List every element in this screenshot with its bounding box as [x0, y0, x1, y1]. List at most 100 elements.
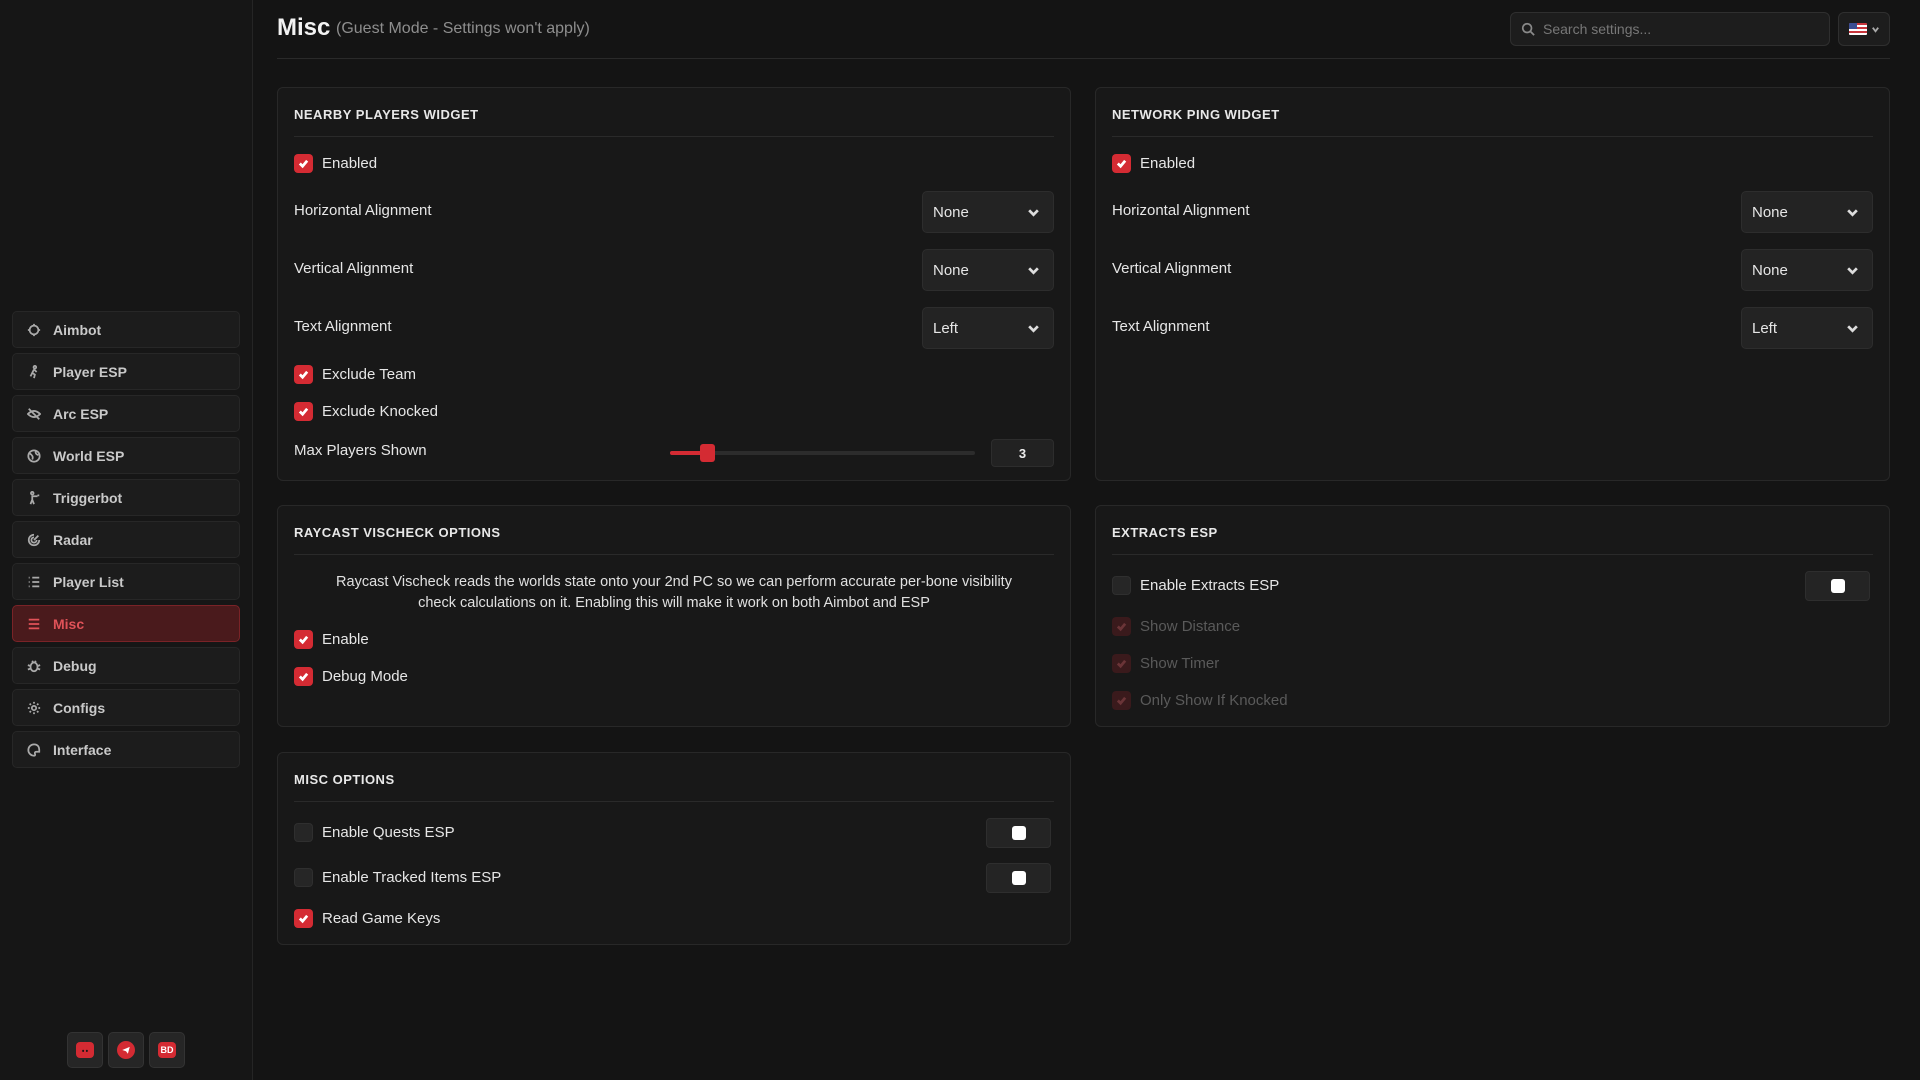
crosshair-icon: [27, 323, 41, 336]
sidebar-item-label: Misc: [53, 615, 85, 632]
checkbox-label: Exclude Knocked: [322, 403, 438, 420]
sidebar-item-label: Debug: [53, 657, 97, 674]
search-box[interactable]: [1510, 12, 1830, 46]
select-value: None: [933, 261, 969, 279]
exclude-team-checkbox[interactable]: [294, 365, 313, 384]
raycast-enable-row[interactable]: Enable: [294, 630, 1054, 649]
us-flag-icon: [1848, 23, 1867, 35]
nearby-enabled-checkbox[interactable]: [294, 154, 313, 173]
quests-row[interactable]: Enable Quests ESP: [294, 823, 1054, 842]
list-icon: [28, 576, 40, 587]
chevron-down-icon: [1847, 324, 1858, 333]
sidebar-item-triggerbot[interactable]: Triggerbot: [12, 479, 240, 516]
ping-horizontal-select[interactable]: None: [1741, 191, 1873, 233]
discord-icon: [76, 1042, 94, 1058]
checkbox-label: Enable Quests ESP: [322, 824, 455, 841]
extracts-distance-row: Show Distance: [1112, 617, 1873, 636]
extracts-enable-checkbox[interactable]: [1112, 576, 1131, 595]
sidebar-item-debug[interactable]: Debug: [12, 647, 240, 684]
exclude-knocked-row[interactable]: Exclude Knocked: [294, 402, 1054, 421]
page-subtitle: (Guest Mode - Settings won't apply): [336, 20, 590, 37]
quests-color-picker[interactable]: [986, 818, 1051, 848]
extracts-color-picker[interactable]: [1805, 571, 1870, 601]
panel-divider: [1112, 136, 1873, 137]
checkbox-label: Only Show If Knocked: [1140, 692, 1288, 709]
bd-label: BD: [160, 1045, 174, 1055]
checkmark-icon: [1116, 622, 1127, 632]
checkbox-label: Debug Mode: [322, 668, 408, 685]
nearby-enabled-row[interactable]: Enabled: [294, 154, 1054, 173]
nearby-vertical-select[interactable]: None: [922, 249, 1054, 291]
bd-button[interactable]: BD: [149, 1032, 185, 1068]
network-ping-panel: NETWORK PING WIDGET Enabled Horizontal A…: [1095, 87, 1890, 481]
raycast-panel: RAYCAST VISCHECK OPTIONS Raycast Vischec…: [277, 505, 1071, 727]
quests-checkbox[interactable]: [294, 823, 313, 842]
sidebar-item-player-esp[interactable]: Player ESP: [12, 353, 240, 390]
description-line: Raycast Vischeck reads the worlds state …: [336, 574, 1012, 590]
nearby-text-select[interactable]: Left: [922, 307, 1054, 349]
color-swatch: [1011, 871, 1026, 885]
sidebar-item-arc-esp[interactable]: Arc ESP: [12, 395, 240, 432]
ping-enabled-row[interactable]: Enabled: [1112, 154, 1873, 173]
max-players-value[interactable]: 3: [991, 439, 1054, 467]
color-swatch: [1011, 826, 1026, 840]
tracked-items-row[interactable]: Enable Tracked Items ESP: [294, 868, 1054, 887]
raycast-debug-checkbox[interactable]: [294, 667, 313, 686]
sidebar-item-label: Interface: [53, 741, 112, 758]
tracked-items-checkbox[interactable]: [294, 868, 313, 887]
tracked-color-picker[interactable]: [986, 863, 1051, 893]
game-keys-row[interactable]: Read Game Keys: [294, 909, 1054, 928]
ping-vertical-select[interactable]: None: [1741, 249, 1873, 291]
running-person-icon: [29, 364, 38, 378]
nearby-horizontal-select[interactable]: None: [922, 191, 1054, 233]
raycast-enable-checkbox[interactable]: [294, 630, 313, 649]
checkbox-label: Show Timer: [1140, 655, 1220, 672]
extracts-enable-row[interactable]: Enable Extracts ESP: [1112, 576, 1873, 595]
language-selector[interactable]: [1838, 12, 1890, 46]
telegram-icon: [117, 1041, 135, 1059]
ping-enabled-checkbox[interactable]: [1112, 154, 1131, 173]
palette-icon: [27, 742, 41, 757]
field-label: Max Players Shown: [294, 442, 427, 459]
checkbox-label: Enable Extracts ESP: [1140, 577, 1280, 594]
exclude-team-row[interactable]: Exclude Team: [294, 365, 1054, 384]
panel-title: NETWORK PING WIDGET: [1112, 107, 1280, 122]
field-label: Horizontal Alignment: [294, 202, 432, 219]
checkbox-label: Enabled: [1140, 155, 1196, 172]
exclude-knocked-checkbox[interactable]: [294, 402, 313, 421]
sidebar-item-label: World ESP: [53, 447, 125, 464]
panel-divider: [1112, 554, 1873, 555]
panel-title: RAYCAST VISCHECK OPTIONS: [294, 525, 501, 540]
description-line: check calculations on it. Enabling this …: [418, 595, 930, 611]
max-players-slider[interactable]: [670, 444, 975, 462]
checkbox-label: Exclude Team: [322, 366, 416, 383]
checkmark-icon: [1116, 659, 1127, 669]
game-keys-checkbox[interactable]: [294, 909, 313, 928]
checkbox-label: Enable Tracked Items ESP: [322, 869, 502, 886]
panel-divider: [294, 801, 1054, 802]
search-input[interactable]: [1543, 21, 1813, 37]
checkbox-label: Enable: [322, 631, 369, 648]
sidebar-item-world-esp[interactable]: World ESP: [12, 437, 240, 474]
discord-button[interactable]: [67, 1032, 103, 1068]
chevron-down-icon: [1847, 266, 1858, 275]
sidebar-item-configs[interactable]: Configs: [12, 689, 240, 726]
ping-text-select[interactable]: Left: [1741, 307, 1873, 349]
person-shooting-icon: [29, 490, 40, 504]
slider-thumb[interactable]: [700, 444, 715, 462]
sidebar-item-misc[interactable]: Misc: [12, 605, 240, 642]
sidebar-item-aimbot[interactable]: Aimbot: [12, 311, 240, 348]
field-label: Vertical Alignment: [1112, 260, 1232, 277]
sidebar-item-label: Configs: [53, 699, 106, 716]
extracts-knocked-row: Only Show If Knocked: [1112, 691, 1873, 710]
telegram-button[interactable]: [108, 1032, 144, 1068]
sidebar-item-radar[interactable]: Radar: [12, 521, 240, 558]
checkmark-icon: [298, 407, 309, 417]
raycast-debug-row[interactable]: Debug Mode: [294, 667, 1054, 686]
radar-icon: [27, 533, 41, 546]
sidebar-item-player-list[interactable]: Player List: [12, 563, 240, 600]
panel-divider: [294, 136, 1054, 137]
sidebar-item-interface[interactable]: Interface: [12, 731, 240, 768]
checkmark-icon: [298, 159, 309, 169]
chevron-down-icon: [1028, 324, 1039, 333]
